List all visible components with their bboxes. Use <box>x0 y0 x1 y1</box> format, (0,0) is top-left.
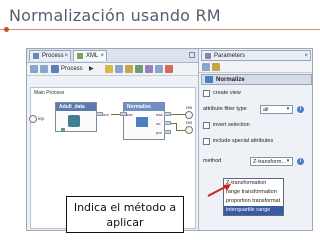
operator-parameters-title: Normalize <box>216 77 245 83</box>
tab-parameters-label: Parameters <box>214 53 246 59</box>
result-port-1[interactable] <box>185 111 193 119</box>
result-port-2[interactable] <box>185 126 193 134</box>
tab-xml-label: XML <box>86 53 99 59</box>
connection-wire <box>171 114 185 115</box>
settings-icon[interactable] <box>155 65 163 73</box>
create-view-checkbox[interactable] <box>203 90 210 97</box>
create-view-label: create view <box>213 90 241 96</box>
expert-mode-icon[interactable] <box>202 63 210 71</box>
adult-data-out-label: out <box>103 112 109 117</box>
arrange-icon[interactable] <box>125 65 133 73</box>
operator-parameters-header: Normalize <box>201 74 312 85</box>
callout-box: Indica el método a aplicar <box>66 196 184 233</box>
method-option-interquartile-range[interactable]: interquartile range <box>224 206 283 215</box>
adult-data-out-port[interactable] <box>96 112 103 116</box>
process-icon <box>33 53 39 59</box>
chevron-right-icon: ▶ <box>89 66 94 72</box>
tab-parameters[interactable]: Parameters × <box>201 50 311 61</box>
info-icon[interactable]: i <box>297 106 304 113</box>
result-port-1-label: res <box>186 105 193 110</box>
tab-xml[interactable]: XML × <box>73 50 107 61</box>
attribute-filter-type-value: all <box>263 107 269 113</box>
method-option-proportion-transformation[interactable]: proportion transformat <box>224 197 283 206</box>
title-rule-dot <box>4 27 9 32</box>
options-icon[interactable] <box>212 63 220 71</box>
invert-selection-label: invert selection <box>213 122 250 128</box>
parameters-icon <box>205 53 211 59</box>
close-icon[interactable]: × <box>64 51 68 62</box>
method-label: method <box>203 158 222 164</box>
annotation-icon[interactable] <box>145 65 153 73</box>
operator-adult-data-title: Adult_data <box>56 103 96 111</box>
invert-selection-checkbox[interactable] <box>203 122 210 129</box>
info-icon[interactable]: i <box>297 158 304 165</box>
auto-wire-icon[interactable] <box>105 65 113 73</box>
normalize-icon <box>205 76 213 83</box>
include-special-checkbox[interactable] <box>203 138 210 145</box>
normalize-out-label-3: pre <box>156 130 162 135</box>
red-arrow-icon <box>207 184 231 197</box>
chevron-down-icon: ▾ <box>286 106 290 112</box>
normalize-out-label-2: ori <box>156 121 161 126</box>
stop-icon[interactable] <box>165 65 173 73</box>
chevron-down-icon: ▾ <box>286 158 290 164</box>
attribute-filter-type-label: attribute filter type <box>203 106 247 112</box>
parameters-toolbar <box>199 62 312 73</box>
normalize-out-port-1[interactable] <box>164 112 171 116</box>
breadcrumb-process[interactable]: Process <box>61 64 83 74</box>
normalize-out-label-1: exa <box>156 112 163 117</box>
process-tab-bar: Process × XML × <box>27 49 198 63</box>
normalize-icon <box>136 117 148 127</box>
result-port-2-label: res <box>186 120 193 125</box>
process-input-port[interactable] <box>29 115 37 123</box>
include-special-label: include special attributes <box>213 138 274 144</box>
process-toolbar: Process ▶ <box>27 63 198 76</box>
status-ok-icon <box>61 128 65 131</box>
normalize-in-label: exa <box>126 112 133 117</box>
input-port-label: inp <box>38 116 45 121</box>
forward-icon[interactable] <box>40 65 48 73</box>
process-breadcrumb-icon <box>51 65 59 73</box>
method-select[interactable]: Z-transform... ▾ <box>250 157 293 166</box>
connection-wire <box>176 130 185 131</box>
layout-icon[interactable] <box>115 65 123 73</box>
xml-icon <box>77 53 83 59</box>
title-rule <box>0 29 320 30</box>
maximize-icon[interactable] <box>189 52 195 58</box>
operator-normalize-title: Normalize <box>124 103 164 111</box>
method-value: Z-transform... <box>253 159 287 165</box>
normalize-out-port-3[interactable] <box>164 130 171 134</box>
close-icon[interactable]: × <box>304 51 308 61</box>
callout-line-1: Indica el método a <box>73 201 177 214</box>
tab-process-label: Process <box>42 53 64 59</box>
main-process-label: Main Process <box>34 90 65 96</box>
normalize-out-port-2[interactable] <box>164 121 171 125</box>
slide-title: Normalización usando RM <box>9 6 221 25</box>
back-icon[interactable] <box>30 65 38 73</box>
callout-line-2: aplicar <box>106 216 144 229</box>
zoom-icon[interactable] <box>135 65 143 73</box>
operator-adult-data[interactable]: Adult_data <box>55 102 97 132</box>
close-icon[interactable]: × <box>100 51 104 62</box>
tab-process[interactable]: Process × <box>29 50 71 61</box>
database-icon <box>68 115 80 127</box>
attribute-filter-type-select[interactable]: all ▾ <box>260 105 293 114</box>
